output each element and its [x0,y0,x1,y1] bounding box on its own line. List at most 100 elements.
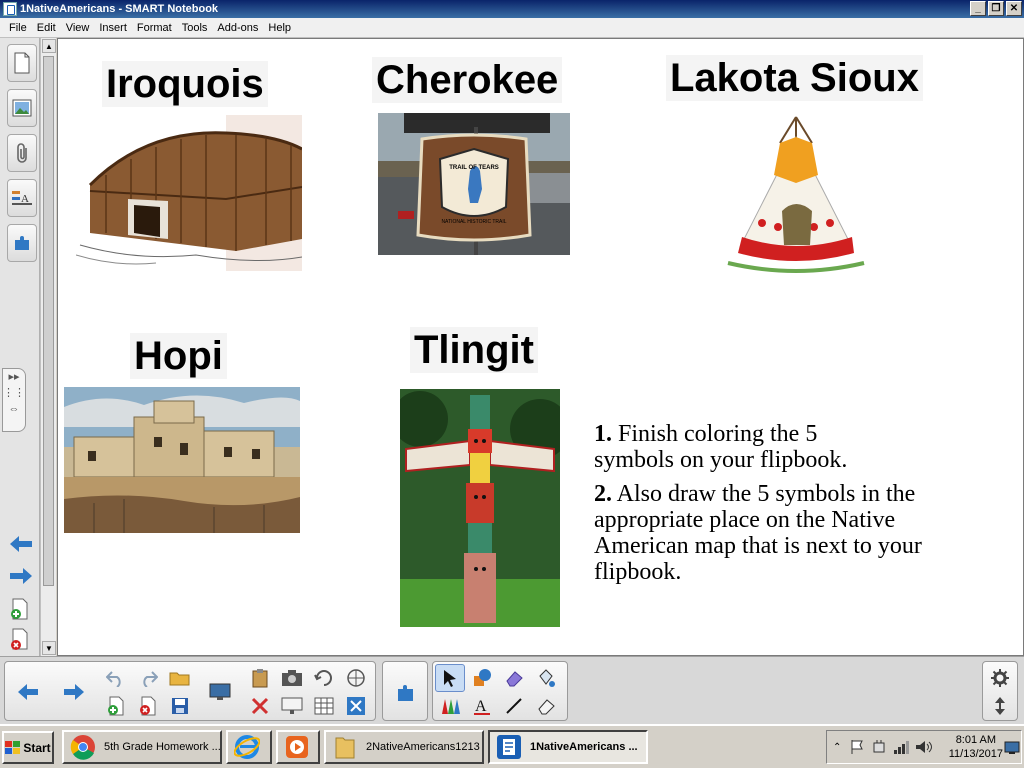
table-icon [314,697,334,715]
trail-of-tears-sign-image[interactable]: TRAIL OF TEARS NATIONAL HISTORIC TRAIL [378,113,570,255]
add-page-icon[interactable] [9,598,31,620]
network-signal-icon[interactable] [893,739,911,755]
taskbar-item-media-player[interactable] [276,730,320,764]
instruction-step-2: 2. Also draw the 5 symbols in the approp… [594,481,994,585]
clock[interactable]: 8:01 AM 11/13/2017 [949,733,1003,761]
add-page-button[interactable] [101,692,131,720]
totem-pole-image[interactable] [400,389,560,627]
previous-page-button[interactable] [13,678,43,706]
sidebar-scrollbar[interactable]: ▲ ▼ [40,38,56,656]
delete-page-icon[interactable] [9,628,31,652]
delete-button[interactable] [245,692,275,720]
notebook-page-canvas[interactable]: Iroquois Cherokee TRAIL OF TEARS NATIONA… [57,38,1024,656]
back-arrow-icon [18,684,38,700]
text-tool-button[interactable]: A [467,692,497,720]
sidebar-handle[interactable]: ▸▸ ⋮⋮ ⇔ [2,368,26,432]
next-page-icon[interactable] [8,566,34,586]
up-down-arrow-icon [995,697,1005,715]
taskbar-item-internet-explorer[interactable] [226,730,272,764]
minimize-button[interactable]: _ [970,1,986,16]
show-hidden-icons-chevron-icon[interactable]: ⌃ [833,742,841,753]
heading-tlingit[interactable]: Tlingit [410,327,538,373]
start-label: Start [23,740,51,755]
fill-bucket-button[interactable] [531,664,561,692]
menu-file[interactable]: File [4,22,32,34]
heading-hopi[interactable]: Hopi [130,333,227,379]
scroll-thumb[interactable] [43,56,54,586]
puzzle-icon [15,236,29,250]
add-ons-button[interactable] [391,678,421,706]
menu-tools[interactable]: Tools [177,22,213,34]
redo-button[interactable] [133,664,163,692]
select-tool-button[interactable] [435,664,465,692]
magic-pen-button[interactable] [499,664,529,692]
show-hide-screen-button[interactable] [277,692,307,720]
menu-add-ons[interactable]: Add-ons [212,22,263,34]
taskbar-item-smart-notebook[interactable]: 1NativeAmericans ... [488,730,648,764]
close-shade-button[interactable] [341,692,371,720]
page-sorter-icon [14,52,30,74]
menu-help[interactable]: Help [263,22,296,34]
undo-button[interactable] [101,664,131,692]
next-page-button[interactable] [59,678,89,706]
close-button[interactable]: ✕ [1006,1,1022,16]
heading-iroquois[interactable]: Iroquois [102,61,268,107]
toolbar-group-settings [982,661,1018,721]
scroll-up-arrow[interactable]: ▲ [42,39,56,53]
chrome-icon [70,735,95,760]
blue-x-icon [347,697,365,715]
menu-insert[interactable]: Insert [94,22,132,34]
save-button[interactable] [165,692,195,720]
previous-page-icon[interactable] [8,534,34,554]
power-plug-icon[interactable] [871,739,887,755]
tipi-illustration [727,116,865,273]
taskbar-item-chrome[interactable]: 5th Grade Homework ... [62,730,222,764]
line-icon [506,698,522,714]
title-bar: 1NativeAmericans - SMART Notebook _ ❐ ✕ [0,0,1024,18]
red-x-icon [251,697,269,715]
screen-capture-button[interactable] [277,664,307,692]
open-file-button[interactable] [165,664,195,692]
recognize-button[interactable] [341,664,371,692]
gallery-icon [12,99,32,117]
redo-icon [143,671,158,687]
menu-view[interactable]: View [61,22,95,34]
screen-shade-button[interactable] [205,678,235,706]
fill-tool-button[interactable] [309,664,339,692]
paste-button[interactable] [245,664,275,692]
pens-tool-button[interactable] [435,692,465,720]
volume-speaker-icon[interactable] [915,739,933,755]
taskbar-item-label: 1NativeAmericans ... [530,741,638,753]
smart-notebook-icon [497,735,521,759]
move-toolbar-button[interactable] [985,692,1015,720]
page-sorter-tab[interactable] [7,44,37,82]
heading-cherokee[interactable]: Cherokee [372,57,563,103]
delete-page-button[interactable] [133,692,163,720]
action-center-flag-icon[interactable] [849,739,865,755]
gallery-tab[interactable] [7,89,37,127]
menu-format[interactable]: Format [132,22,177,34]
scroll-down-arrow[interactable]: ▼ [42,641,56,655]
line-tool-button[interactable] [499,692,529,720]
start-button[interactable]: Start [2,731,54,764]
eraser-tool-button[interactable] [531,692,561,720]
pens-icon [442,699,460,714]
instructions-text[interactable]: 1. Finish coloring the 5 symbols on your … [594,421,994,593]
tipi-image[interactable] [722,113,870,275]
heading-lakota-sioux[interactable]: Lakota Sioux [666,55,923,101]
window-title: 1NativeAmericans - SMART Notebook [20,3,219,15]
menu-edit[interactable]: Edit [32,22,61,34]
toolbar-group-tools: A [432,661,568,721]
add-ons-tab[interactable] [7,224,37,262]
taskbar-item-folder[interactable]: 2NativeAmericans1213 [324,730,484,764]
customize-toolbar-button[interactable] [985,664,1015,692]
restore-button[interactable]: ❐ [988,1,1004,16]
delete-page-icon [140,696,156,716]
table-button[interactable] [309,692,339,720]
properties-tab[interactable]: A [7,179,37,217]
show-desktop-icon[interactable] [1004,741,1020,755]
shapes-tool-button[interactable] [467,664,497,692]
longhouse-image[interactable] [76,115,302,271]
attachments-tab[interactable] [7,134,37,172]
pueblo-image[interactable] [64,387,300,533]
